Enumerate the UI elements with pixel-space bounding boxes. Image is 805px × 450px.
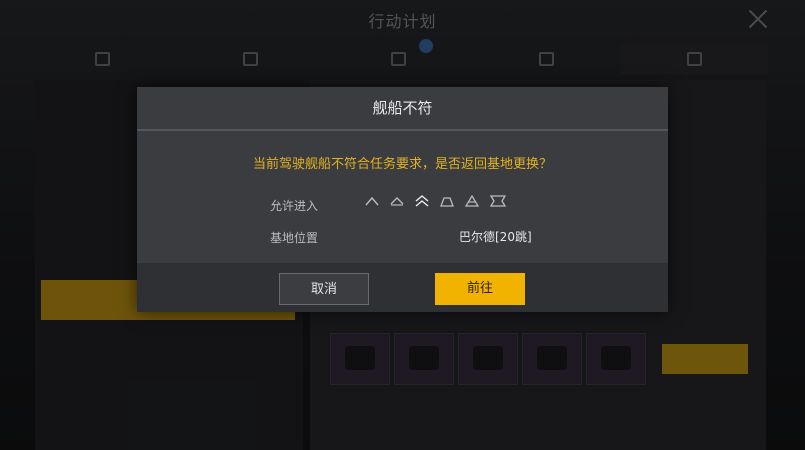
ship-class-5-icon (465, 195, 479, 207)
cancel-button[interactable]: 取消 (279, 273, 369, 305)
ship-class-6-icon (490, 195, 506, 207)
base-label: 基地位置 (270, 231, 319, 245)
dialog-body: 当前驾驶舰船不符合任务要求，是否返回基地更换？ 允许进入 基地位置 巴尔德[20… (137, 131, 668, 263)
ship-class-3-icon (415, 195, 429, 207)
dialog-message: 当前驾驶舰船不符合任务要求，是否返回基地更换？ (252, 157, 552, 172)
dialog-title: 舰船不符 (372, 99, 433, 117)
dialog-footer: 取消 前往 (137, 263, 668, 312)
allowed-ship-icons (365, 195, 506, 207)
ship-class-4-icon (440, 197, 454, 207)
ship-class-2-icon (390, 197, 404, 206)
go-button[interactable]: 前往 (435, 273, 525, 305)
allowed-label: 允许进入 (270, 199, 319, 213)
ship-class-1-icon (365, 196, 379, 206)
base-value: 巴尔德[20跳] (459, 230, 532, 244)
ship-mismatch-dialog: 舰船不符 当前驾驶舰船不符合任务要求，是否返回基地更换？ 允许进入 基地位置 巴… (137, 87, 668, 312)
